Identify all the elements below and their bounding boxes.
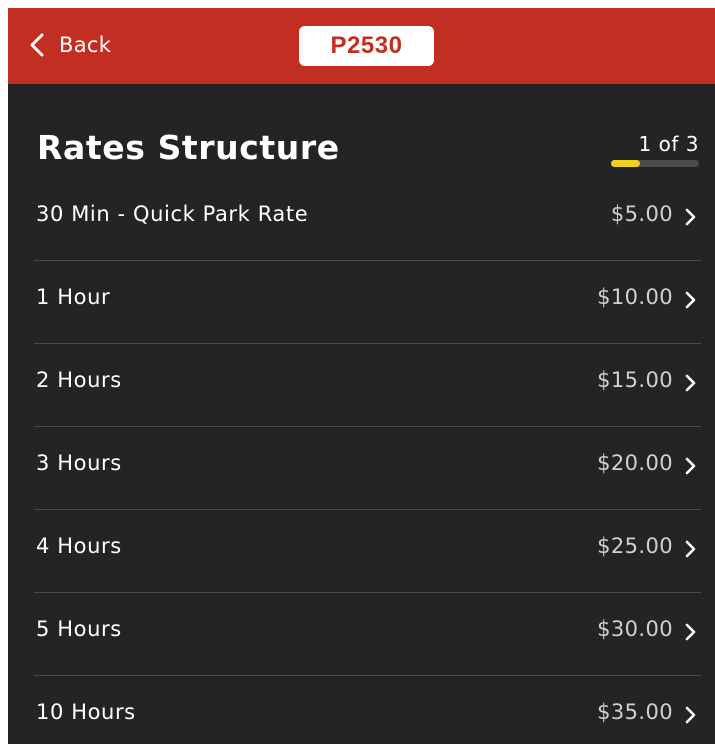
rate-label: 4 Hours <box>36 534 122 558</box>
rate-price: $5.00 <box>610 202 673 226</box>
rate-row[interactable]: 5 Hours $30.00 <box>34 593 701 676</box>
rate-label: 3 Hours <box>36 451 122 475</box>
page-indicator: 1 of 3 <box>611 132 699 172</box>
rate-list: 30 Min - Quick Park Rate $5.00 1 Hour $10.0… <box>34 178 701 744</box>
rate-row[interactable]: 3 Hours $20.00 <box>34 427 701 510</box>
rate-row[interactable]: 4 Hours $25.00 <box>34 510 701 593</box>
chevron-left-icon <box>30 33 50 57</box>
rate-row[interactable]: 30 Min - Quick Park Rate $5.00 <box>34 178 701 261</box>
chevron-right-icon <box>685 374 697 392</box>
rate-price: $35.00 <box>597 700 673 724</box>
chevron-right-icon <box>685 623 697 641</box>
rate-label: 10 Hours <box>36 700 136 724</box>
back-button[interactable]: Back <box>30 28 111 62</box>
back-label: Back <box>59 33 112 57</box>
chevron-right-icon <box>685 706 697 724</box>
parking-rates-screen: Back P2530 Rates Structure 1 of 3 30 Min… <box>8 8 715 744</box>
rate-price: $25.00 <box>597 534 673 558</box>
rate-price: $30.00 <box>597 617 673 641</box>
rate-row[interactable]: 10 Hours $35.00 <box>34 676 701 744</box>
page-title: Rates Structure <box>37 128 340 167</box>
progress-fill <box>611 160 641 167</box>
chevron-right-icon <box>685 291 697 309</box>
rate-price: $15.00 <box>597 368 673 392</box>
rate-label: 30 Min - Quick Park Rate <box>36 202 309 226</box>
rate-price: $20.00 <box>597 451 673 475</box>
rate-row[interactable]: 2 Hours $15.00 <box>34 344 701 427</box>
progress-track <box>611 160 699 167</box>
page-indicator-text: 1 of 3 <box>638 132 699 156</box>
chevron-right-icon <box>685 457 697 475</box>
header-bar: Back P2530 <box>8 8 715 84</box>
rate-price: $10.00 <box>597 285 673 309</box>
rate-row[interactable]: 1 Hour $10.00 <box>34 261 701 344</box>
lot-id-badge: P2530 <box>299 26 434 66</box>
rate-label: 1 Hour <box>36 285 111 309</box>
rate-label: 5 Hours <box>36 617 122 641</box>
chevron-right-icon <box>685 540 697 558</box>
chevron-right-icon <box>685 208 697 226</box>
rate-label: 2 Hours <box>36 368 122 392</box>
